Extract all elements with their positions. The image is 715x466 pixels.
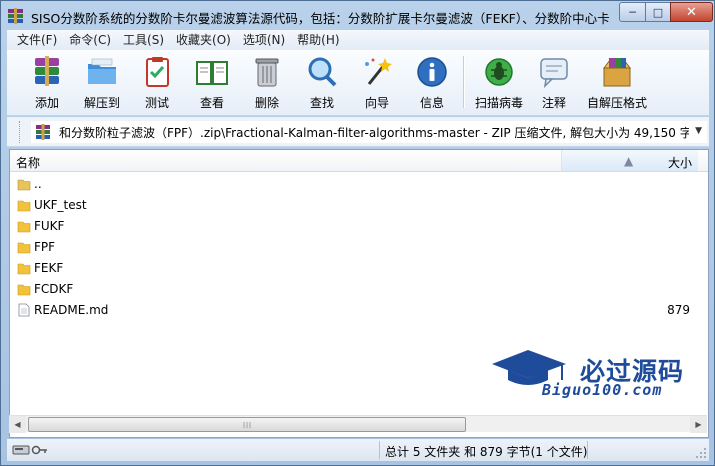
status-divider xyxy=(379,441,380,459)
list-header: 名称 ▲ 大小 xyxy=(10,150,708,172)
view-label: 查看 xyxy=(199,96,224,110)
magic-wand-icon xyxy=(365,58,392,85)
watermark-subtitle: Biguo100.com xyxy=(542,381,663,399)
scrollbar-thumb[interactable]: ||| xyxy=(28,417,466,432)
folder-icon xyxy=(17,284,31,296)
drive-key-icon[interactable] xyxy=(12,443,48,457)
magnifier-icon xyxy=(308,57,337,87)
info-button[interactable]: 信息 xyxy=(404,54,460,112)
file-name: FUKF xyxy=(34,219,65,233)
clipboard-check-icon xyxy=(146,57,169,87)
address-grip xyxy=(19,121,22,143)
file-size: 879 xyxy=(667,303,690,317)
toolbar-separator xyxy=(463,56,464,108)
menu-commands[interactable]: 命令(C) xyxy=(63,30,117,50)
comment-label: 注释 xyxy=(541,96,566,110)
file-name: README.md xyxy=(34,303,109,317)
wizard-label: 向导 xyxy=(364,96,389,110)
menu-help[interactable]: 帮助(H) xyxy=(291,30,345,50)
folder-icon xyxy=(17,242,31,254)
watermark-logo: 必过源码 Biguo100.com xyxy=(480,342,710,402)
horizontal-scrollbar[interactable]: ◀ ||| ▶ xyxy=(9,415,707,433)
sfx-box-icon xyxy=(603,58,631,87)
delete-button[interactable]: 删除 xyxy=(239,54,295,112)
archive-path: 和分数阶粒子滤波（FPF）.zip\Fractional-Kalman-filt… xyxy=(59,125,689,140)
virus-scan-label: 扫描病毒 xyxy=(474,96,523,110)
resize-grip-icon[interactable] xyxy=(695,447,707,459)
find-label: 查找 xyxy=(309,96,334,110)
list-item[interactable]: FEKF xyxy=(10,258,708,279)
address-field[interactable]: 和分数阶粒子滤波（FPF）.zip\Fractional-Kalman-filt… xyxy=(31,121,707,143)
folder-extract-icon xyxy=(88,58,116,84)
add-button[interactable]: 添加 xyxy=(19,54,75,112)
list-item[interactable]: FPF xyxy=(10,237,708,258)
folder-up-icon xyxy=(17,179,31,191)
archive-add-icon xyxy=(35,56,59,86)
open-book-icon xyxy=(196,61,228,85)
toolbar: 添加 解压到 测试 查看 删除 查找 向导 信息 扫描病毒 注释 自解压格式 xyxy=(7,50,709,116)
scroll-right-icon[interactable]: ▶ xyxy=(690,416,707,433)
find-button[interactable]: 查找 xyxy=(294,54,350,112)
title-bar[interactable]: SISO分数阶系统的分数阶卡尔曼滤波算法源代码，包括：分数阶扩展卡尔曼滤波（FE… xyxy=(1,1,714,31)
folder-icon xyxy=(17,263,31,275)
list-item[interactable]: UKF_test xyxy=(10,195,708,216)
file-rows: .. UKF_test FUKF FPF FEKF FCDKF README.m… xyxy=(10,174,708,321)
column-size-label: 大小 xyxy=(667,156,692,170)
menu-options[interactable]: 选项(N) xyxy=(237,30,291,50)
file-name: FEKF xyxy=(34,261,64,275)
maximize-button[interactable]: □ xyxy=(645,2,671,22)
extract-label: 解压到 xyxy=(83,96,120,110)
folder-icon xyxy=(17,221,31,233)
winrar-window: SISO分数阶系统的分数阶卡尔曼滤波算法源代码，包括：分数阶扩展卡尔曼滤波（FE… xyxy=(0,0,715,466)
comment-icon xyxy=(540,58,568,89)
close-button[interactable]: ✕ xyxy=(670,2,713,22)
wizard-button[interactable]: 向导 xyxy=(349,54,405,112)
status-bar: 总计 5 文件夹 和 879 字节(1 个文件) xyxy=(7,439,709,461)
list-item-parent[interactable]: .. xyxy=(10,174,708,195)
delete-label: 删除 xyxy=(254,96,279,110)
list-item[interactable]: FCDKF xyxy=(10,279,708,300)
extract-button[interactable]: 解压到 xyxy=(74,54,130,112)
sfx-label: 自解压格式 xyxy=(586,96,647,110)
virus-scan-button[interactable]: 扫描病毒 xyxy=(469,54,529,112)
comment-button[interactable]: 注释 xyxy=(526,54,582,112)
file-name: FPF xyxy=(34,240,56,254)
list-item[interactable]: FUKF xyxy=(10,216,708,237)
menu-tools[interactable]: 工具(S) xyxy=(117,30,170,50)
info-label: 信息 xyxy=(419,96,444,110)
address-bar: 和分数阶粒子滤波（FPF）.zip\Fractional-Kalman-filt… xyxy=(7,117,709,147)
test-button[interactable]: 测试 xyxy=(129,54,185,112)
file-name: FCDKF xyxy=(34,282,74,296)
menu-bar: 文件(F) 命令(C) 工具(S) 收藏夹(O) 选项(N) 帮助(H) xyxy=(7,30,709,50)
column-header-size[interactable]: ▲ 大小 xyxy=(561,150,698,171)
menu-favorites[interactable]: 收藏夹(O) xyxy=(170,30,237,50)
archive-icon xyxy=(36,124,50,140)
view-button[interactable]: 查看 xyxy=(184,54,240,112)
thumb-grip-icon: ||| xyxy=(243,422,253,429)
bug-icon xyxy=(485,58,513,86)
info-icon xyxy=(417,57,447,87)
status-summary: 总计 5 文件夹 和 879 字节(1 个文件) xyxy=(385,445,588,459)
winrar-app-icon xyxy=(8,8,23,24)
window-title: SISO分数阶系统的分数阶卡尔曼滤波算法源代码，包括：分数阶扩展卡尔曼滤波（FE… xyxy=(31,11,611,26)
list-item[interactable]: README.md 879 xyxy=(10,300,708,321)
trash-can-icon xyxy=(255,58,279,87)
dropdown-arrow-icon[interactable]: ▼ xyxy=(695,126,702,136)
document-icon xyxy=(18,303,30,317)
menu-file[interactable]: 文件(F) xyxy=(11,30,63,50)
add-label: 添加 xyxy=(34,96,59,110)
status-divider xyxy=(587,441,588,459)
column-header-name[interactable]: 名称 xyxy=(16,154,40,171)
folder-icon xyxy=(17,200,31,212)
test-label: 测试 xyxy=(144,96,169,110)
file-name: .. xyxy=(34,177,42,191)
scroll-left-icon[interactable]: ◀ xyxy=(9,416,26,433)
sfx-button[interactable]: 自解压格式 xyxy=(582,54,652,112)
file-list: 名称 ▲ 大小 .. UKF_test FUKF FPF FEKF FCDKF … xyxy=(9,149,709,438)
minimize-button[interactable]: ─ xyxy=(619,2,646,22)
file-name: UKF_test xyxy=(34,198,87,212)
